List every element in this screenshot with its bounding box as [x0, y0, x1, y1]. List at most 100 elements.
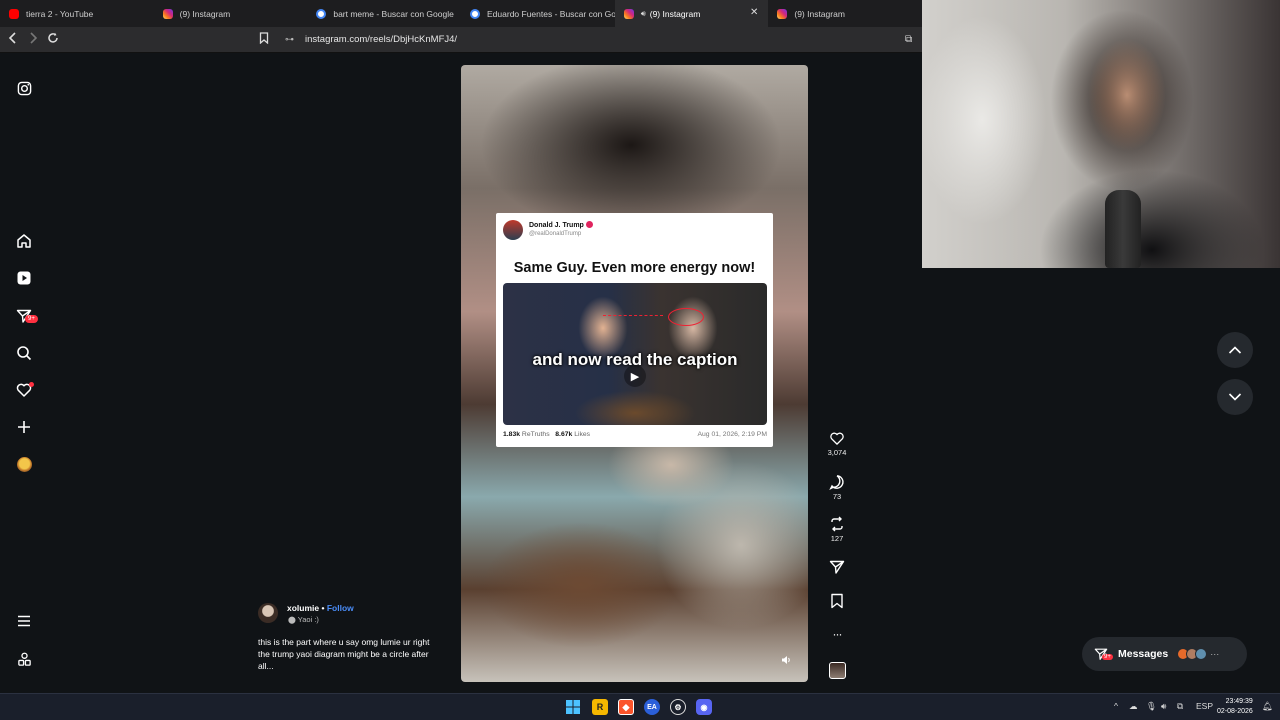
embedded-truth-post: Donald J. Trump @realDonaldTrump Same Gu…	[496, 213, 773, 447]
post-stats: 1.83k ReTruths 8.67k Likes	[503, 431, 590, 438]
reel-author-avatar[interactable]	[258, 603, 278, 623]
avatar	[1195, 648, 1208, 660]
microphone-tray-icon[interactable]: 🎙︎	[1146, 701, 1157, 712]
retruths-count: 1.83k	[503, 431, 521, 438]
forward-icon[interactable]	[28, 32, 38, 48]
rockstar-launcher-icon[interactable]: R	[592, 699, 608, 715]
google-icon	[470, 8, 481, 19]
ea-app-icon[interactable]: EA	[644, 699, 660, 715]
separator-dot: •	[321, 603, 325, 613]
windows-start-icon[interactable]	[565, 699, 581, 715]
repost-button[interactable]: 127	[822, 516, 852, 543]
comment-button[interactable]: 73	[822, 474, 852, 501]
volume-tray-icon[interactable]: 🔊︎	[1161, 701, 1166, 712]
more-menu-icon[interactable]	[14, 611, 34, 631]
back-icon[interactable]	[8, 32, 18, 48]
also-from-meta-icon[interactable]	[14, 649, 34, 669]
page-right-area	[922, 268, 1280, 693]
post-author-name: Donald J. Trump	[529, 222, 584, 229]
clock-date: 02-08-2026	[1217, 708, 1253, 715]
language-indicator[interactable]: ESP	[1196, 701, 1213, 711]
post-date: Aug 01, 2026, 2:19 PM	[697, 431, 767, 438]
search-icon[interactable]	[14, 343, 34, 363]
more-options-icon[interactable]: ···	[822, 627, 852, 641]
post-author-name-row: Donald J. Trump	[529, 221, 593, 229]
close-tab-icon[interactable]: ✕	[750, 7, 758, 18]
messages-badge: 9+	[25, 315, 38, 323]
likes-count: 8.67k	[555, 431, 573, 438]
translate-icon[interactable]: ⧉	[905, 32, 912, 48]
windows-taskbar: R ◆ EA ⚙ ◉ ^ ☁ 🎙︎ 🔊︎ ⧉ ESP 23:49:39 02-0…	[0, 693, 1280, 720]
address-bar: ⊶ instagram.com/reels/DbjHcKnMFJ4/ ⧉	[0, 27, 922, 53]
like-count: 3,074	[827, 448, 847, 457]
reel-author-username[interactable]: xolumie	[287, 603, 319, 613]
google-icon	[316, 8, 327, 19]
onedrive-icon[interactable]: ☁	[1129, 701, 1138, 712]
reel-author-row: xolumie • Follow	[287, 603, 354, 613]
reel-location[interactable]: ⬤ Yaoi :)	[288, 615, 319, 624]
post-headline: Same Guy. Even more energy now!	[513, 260, 756, 276]
red-circle-annotation	[668, 308, 704, 326]
notification-bell-icon[interactable]: 🔔︎	[1262, 701, 1273, 712]
webcam-overlay	[922, 0, 1280, 268]
repost-count: 127	[830, 534, 844, 543]
next-reel-button[interactable]	[1217, 379, 1253, 415]
tab-youtube[interactable]: tierra 2 - YouTube	[0, 0, 154, 27]
steam-icon[interactable]: ⚙	[670, 699, 686, 715]
messages-button[interactable]: 9+ Messages ···	[1082, 637, 1247, 671]
reload-icon[interactable]	[47, 32, 59, 48]
tab-google-bart[interactable]: bart meme - Buscar con Google	[307, 0, 461, 27]
tab-title: bart meme - Buscar con Google	[333, 8, 454, 19]
follow-button[interactable]: Follow	[327, 603, 354, 613]
speaker-icon[interactable]: 🔊︎	[641, 9, 646, 19]
post-image: and now read the caption ▶	[503, 283, 767, 425]
audio-thumbnail[interactable]	[822, 662, 852, 679]
tab-google-eduardo[interactable]: Eduardo Fuentes - Buscar con Googl	[461, 0, 615, 27]
instagram-icon	[777, 8, 788, 19]
home-icon[interactable]	[14, 231, 34, 251]
tab-title: (9) Instagram	[179, 8, 231, 19]
share-button[interactable]	[822, 559, 852, 575]
retruths-label: ReTruths	[521, 431, 550, 438]
tray-app-icon[interactable]: ⧉	[1177, 701, 1183, 712]
create-icon[interactable]	[14, 417, 34, 437]
clock[interactable]: 23:49:39 02-08-2026	[1217, 697, 1253, 717]
instagram-page: 9+ Donald J. Trump @realDonaldTrump Same…	[0, 53, 922, 693]
tab-bar: tierra 2 - YouTube (9) Instagram bart me…	[0, 0, 922, 27]
reels-icon[interactable]	[14, 268, 34, 288]
discord-icon[interactable]: ◉	[696, 699, 712, 715]
play-icon[interactable]: ▶	[624, 365, 646, 387]
microphone	[1105, 190, 1141, 268]
tab-instagram-active[interactable]: 🔊︎ (9) Instagram ✕	[614, 0, 769, 27]
site-info-icon[interactable]: ⊶	[285, 34, 294, 45]
url-field[interactable]: instagram.com/reels/DbjHcKnMFJ4/	[305, 34, 457, 45]
bookmark-icon[interactable]	[259, 32, 269, 48]
post-author-avatar	[503, 220, 523, 240]
messages-label: Messages	[1118, 648, 1169, 660]
youtube-icon	[9, 8, 19, 19]
tab-title: Eduardo Fuentes - Buscar con Googl	[487, 8, 615, 19]
messages-pill-badge: 9+	[1102, 654, 1113, 660]
brave-browser-icon[interactable]: ◆	[618, 699, 634, 715]
location-text: Yaoi :)	[297, 615, 319, 624]
tab-title: (9) Instagram	[794, 8, 845, 19]
tray-overflow-icon[interactable]: ^	[1114, 701, 1118, 711]
previous-reel-button[interactable]	[1217, 332, 1253, 368]
clock-time: 23:49:39	[1225, 698, 1253, 705]
tab-title: tierra 2 - YouTube	[26, 8, 94, 19]
instagram-icon	[162, 8, 173, 19]
location-pin-icon: ⬤	[288, 617, 296, 624]
like-button[interactable]: 3,074	[822, 431, 852, 457]
verified-badge-icon	[585, 221, 593, 228]
instagram-logo-icon[interactable]	[14, 78, 34, 98]
save-button[interactable]	[822, 593, 852, 609]
tab-instagram-1[interactable]: (9) Instagram	[154, 0, 308, 27]
profile-avatar[interactable]	[14, 454, 34, 474]
instagram-icon	[623, 8, 634, 19]
volume-icon[interactable]	[781, 655, 791, 668]
tab-instagram-3[interactable]: (9) Instagram	[768, 0, 922, 27]
messages-more-icon: ···	[1210, 649, 1220, 659]
reel-video[interactable]: Donald J. Trump @realDonaldTrump Same Gu…	[461, 65, 808, 682]
notification-dot	[29, 382, 34, 387]
red-arrow-annotation	[603, 315, 663, 316]
